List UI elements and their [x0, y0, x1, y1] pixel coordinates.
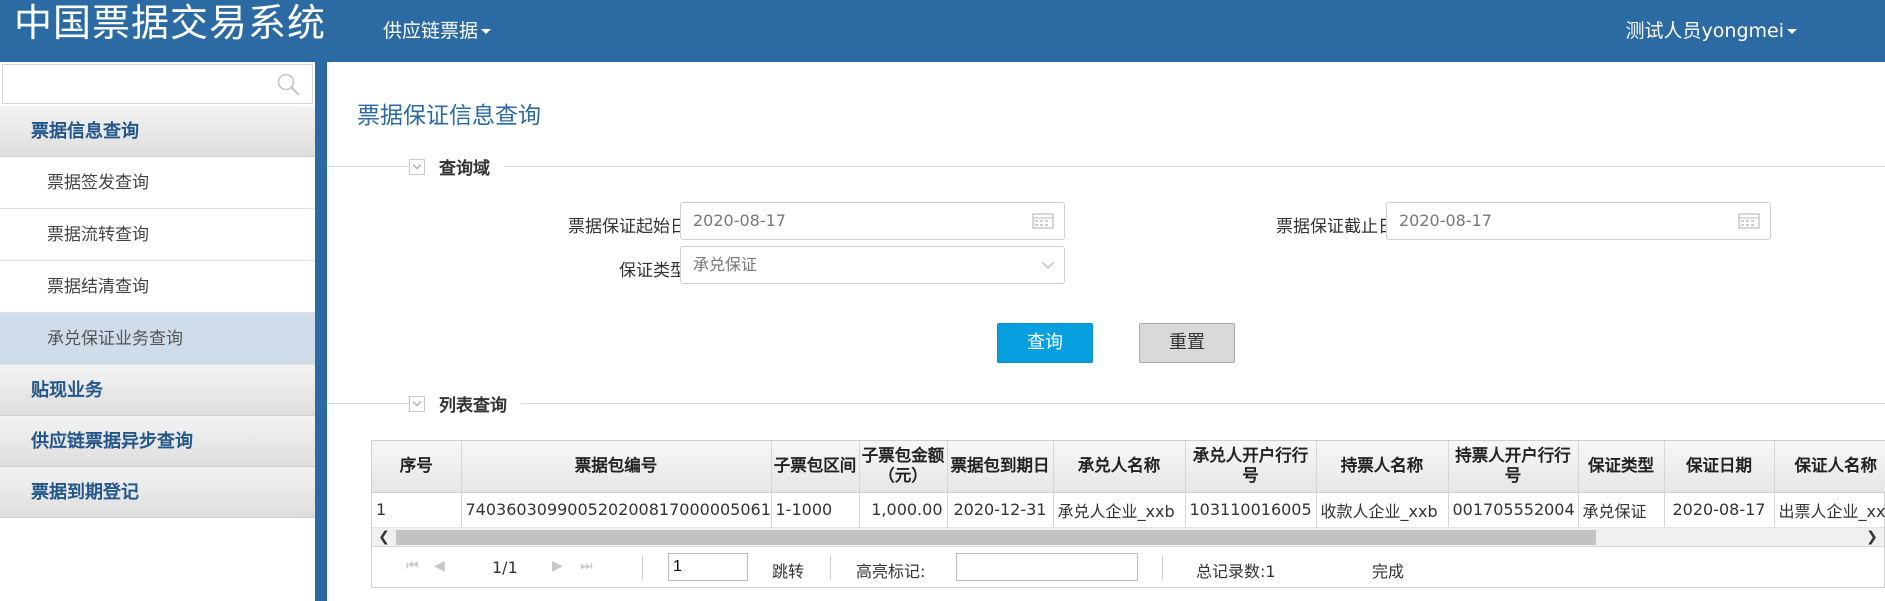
user-name: 测试人员yongmei [1625, 20, 1784, 42]
table-header-row: 序号 票据包编号 子票包区间 子票包金额（元） 票据包到期日 承兑人名称 承兑人… [372, 441, 1885, 493]
caret-down-icon [481, 29, 492, 34]
pager-divider [642, 555, 643, 580]
start-date-value: 2020-08-17 [693, 211, 786, 230]
first-page-icon[interactable]: ⏮ [406, 558, 419, 574]
column-header[interactable]: 票据包编号 [461, 441, 772, 493]
end-date-field[interactable]: 2020-08-17 [1386, 202, 1771, 240]
results-grid: 序号 票据包编号 子票包区间 子票包金额（元） 票据包到期日 承兑人名称 承兑人… [371, 440, 1885, 588]
search-icon[interactable] [276, 72, 302, 98]
table-cell: 承兑人企业_xxb [1053, 492, 1186, 527]
sidebar-group-maturity[interactable]: 票据到期登记 [0, 467, 315, 518]
chevron-down-icon [409, 395, 425, 412]
prev-page-icon[interactable]: ◀ [434, 558, 445, 574]
sidebar-item-guarantee-query[interactable]: 承兑保证业务查询 [0, 313, 315, 365]
calendar-icon[interactable] [1738, 213, 1760, 229]
sidebar-item-issue-query[interactable]: 票据签发查询 [0, 157, 315, 209]
sidebar-group-discount[interactable]: 贴现业务 [0, 365, 315, 416]
page-number-input[interactable] [668, 553, 748, 581]
list-section-title: 列表查询 [439, 396, 507, 416]
pager-divider [830, 555, 831, 580]
list-section-toggle[interactable]: 列表查询 [409, 391, 521, 416]
total-records: 总记录数:1 [1196, 562, 1276, 581]
guarantee-type-label: 保证类型 [619, 261, 687, 281]
table-cell: 001705552004 [1448, 492, 1579, 527]
start-date-label: 票据保证起始日 [568, 217, 687, 237]
table-cell: 1,000.00 [859, 492, 948, 527]
next-page-icon[interactable]: ▶ [552, 558, 563, 574]
user-menu[interactable]: 测试人员yongmei [1626, 16, 1797, 43]
highlight-label: 高亮标记: [856, 562, 926, 581]
scroll-left-icon[interactable]: ❮ [374, 529, 394, 545]
table-cell: 740360309900520200817000005061 [461, 492, 772, 527]
column-header[interactable]: 子票包区间 [771, 441, 860, 493]
scrollbar-thumb[interactable] [396, 530, 1596, 545]
chevron-down-icon [409, 158, 425, 175]
query-button[interactable]: 查询 [997, 323, 1093, 363]
highlight-input[interactable] [956, 553, 1138, 581]
table-cell: 103110016005 [1185, 492, 1317, 527]
nav-menu-supply-chain[interactable]: 供应链票据 [383, 16, 492, 43]
sidebar-item-settle-query[interactable]: 票据结清查询 [0, 261, 315, 313]
scroll-right-icon[interactable]: ❯ [1862, 529, 1882, 545]
sidebar-item-transfer-query[interactable]: 票据流转查询 [0, 209, 315, 261]
table-cell: 1 [372, 492, 462, 527]
load-status: 完成 [1372, 562, 1405, 581]
chevron-down-icon [1042, 257, 1054, 269]
horizontal-scrollbar[interactable]: ❮ ❯ [372, 527, 1884, 546]
sidebar-group-async-query[interactable]: 供应链票据异步查询 [0, 416, 315, 467]
column-header[interactable]: 保证日期 [1664, 441, 1775, 493]
column-header[interactable]: 保证人名称 [1774, 441, 1885, 493]
end-date-label: 票据保证截止日 [1276, 217, 1395, 237]
query-section-title: 查询域 [439, 159, 490, 179]
app-title: 中国票据交易系统 [14, 1, 327, 45]
table-cell: 2020-08-17 [1664, 492, 1775, 527]
caret-down-icon [1787, 29, 1797, 34]
top-bar: 中国票据交易系统 供应链票据 测试人员yongmei [0, 0, 1885, 56]
table-cell: 收款人企业_xxb [1316, 492, 1449, 527]
page-title: 票据保证信息查询 [357, 103, 541, 129]
sidebar-search [2, 64, 313, 104]
table-cell: 1-1000 [771, 492, 860, 527]
reset-button[interactable]: 重置 [1139, 323, 1235, 363]
last-page-icon[interactable]: ⏭ [580, 558, 593, 574]
table-cell: 出票人企业_xxb [1774, 492, 1885, 527]
results-table: 序号 票据包编号 子票包区间 子票包金额（元） 票据包到期日 承兑人名称 承兑人… [372, 441, 1885, 527]
column-header[interactable]: 持票人名称 [1316, 441, 1449, 493]
sidebar: 票据信息查询 票据签发查询 票据流转查询 票据结清查询 承兑保证业务查询 贴现业… [0, 62, 319, 601]
goto-button[interactable]: 跳转 [772, 558, 804, 582]
end-date-value: 2020-08-17 [1399, 211, 1492, 230]
query-section-toggle[interactable]: 查询域 [409, 154, 504, 179]
column-header[interactable]: 持票人开户行行号 [1448, 441, 1579, 493]
column-header[interactable]: 子票包金额（元） [859, 441, 948, 493]
table-cell: 承兑保证 [1578, 492, 1665, 527]
column-header[interactable]: 序号 [372, 441, 462, 493]
column-header[interactable]: 承兑人名称 [1053, 441, 1186, 493]
column-header[interactable]: 保证类型 [1578, 441, 1665, 493]
calendar-icon[interactable] [1032, 213, 1054, 229]
guarantee-type-select[interactable]: 承兑保证 [680, 246, 1065, 284]
column-header[interactable]: 票据包到期日 [947, 441, 1054, 493]
divider [327, 403, 1885, 404]
column-header[interactable]: 承兑人开户行行号 [1185, 441, 1317, 493]
page-info: 1/1 [492, 558, 518, 577]
sidebar-group-bill-info[interactable]: 票据信息查询 [0, 106, 315, 157]
pager-divider [1162, 555, 1163, 580]
table-row[interactable]: 1 740360309900520200817000005061 1-1000 … [372, 492, 1885, 527]
pager: ⏮ ◀ 1/1 ▶ ⏭ 跳转 高亮标记: 总记录数:1 完成 [372, 546, 1884, 587]
sidebar-search-input[interactable] [3, 65, 273, 101]
guarantee-type-value: 承兑保证 [693, 255, 758, 274]
table-cell: 2020-12-31 [947, 492, 1054, 527]
divider [327, 166, 1885, 167]
main-panel: 票据保证信息查询 查询域 票据保证起始日 2020-08-17 票据保证截止日 … [327, 62, 1885, 601]
nav-menu-label: 供应链票据 [383, 20, 479, 42]
start-date-field[interactable]: 2020-08-17 [680, 202, 1065, 240]
